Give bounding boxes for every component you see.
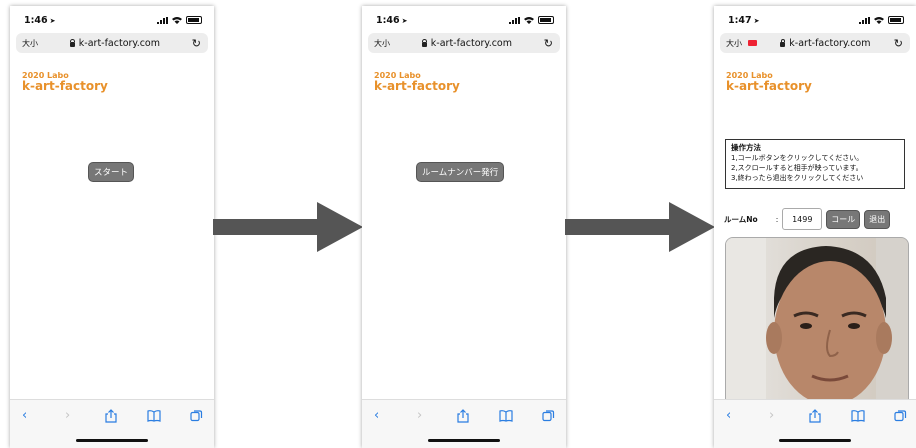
site-logo[interactable]: 2020 Labo k-art-factory bbox=[374, 72, 460, 93]
home-indicator bbox=[779, 439, 851, 442]
remote-video bbox=[725, 237, 909, 409]
instruction-step: 2,スクロールすると相手が映っています。 bbox=[731, 164, 863, 172]
arrow-right-icon bbox=[565, 202, 715, 252]
instructions-box: 操作方法 1,コールボタンをクリックしてください。 2,スクロールすると相手が映… bbox=[725, 139, 905, 189]
home-indicator bbox=[76, 439, 148, 442]
wifi-icon bbox=[874, 16, 884, 24]
text-size-button[interactable]: 大小 bbox=[22, 38, 38, 49]
instruction-step: 1,コールボタンをクリックしてください。 bbox=[731, 154, 864, 162]
status-time: 1:46 ➤ bbox=[24, 15, 56, 26]
text-size-button[interactable]: 大小 bbox=[726, 38, 742, 49]
wifi-icon bbox=[524, 16, 534, 24]
site-logo[interactable]: 2020 Labo k-art-factory bbox=[726, 72, 812, 93]
address-bar[interactable]: 大小 k-art-factory.com ↻ bbox=[720, 33, 910, 53]
address-bar[interactable]: 大小 k-art-factory.com ↻ bbox=[16, 33, 208, 53]
instruction-step: 3,終わったら退出をクリックしてください bbox=[731, 174, 864, 182]
exit-button[interactable]: 退出 bbox=[864, 209, 891, 229]
forward-icon[interactable]: › bbox=[769, 408, 774, 423]
forward-icon[interactable]: › bbox=[65, 408, 70, 423]
lock-icon bbox=[780, 38, 786, 47]
phone-screen-1: 1:46 ➤ 大小 k-art-factory.com ↻ 2020 Labo k… bbox=[10, 6, 214, 448]
status-icons bbox=[157, 16, 202, 24]
tabs-icon[interactable] bbox=[190, 409, 203, 422]
instructions-title: 操作方法 bbox=[731, 143, 761, 152]
room-number-label: ルームNo bbox=[724, 214, 758, 224]
back-icon[interactable]: ‹ bbox=[22, 408, 27, 423]
arrow-right-icon bbox=[213, 202, 363, 252]
logo-line2: k-art-factory bbox=[726, 79, 812, 93]
address-bar[interactable]: 大小 k-art-factory.com ↻ bbox=[368, 33, 560, 53]
start-button[interactable]: スタート bbox=[88, 162, 135, 182]
room-row: ルームNo : 1499 コール 退出 bbox=[724, 208, 891, 230]
signal-icon bbox=[157, 16, 168, 24]
reload-icon[interactable]: ↻ bbox=[192, 37, 201, 50]
status-bar: 1:46 ➤ bbox=[10, 6, 214, 34]
site-logo[interactable]: 2020 Labo k-art-factory bbox=[22, 72, 108, 93]
battery-icon bbox=[186, 16, 202, 24]
url-text[interactable]: k-art-factory.com bbox=[789, 38, 870, 49]
bookmarks-icon[interactable] bbox=[147, 410, 161, 422]
url-text[interactable]: k-art-factory.com bbox=[79, 38, 160, 49]
phone-screen-3: 1:47 ➤ 大小 k-art-factory.com ↻ 2020 Labo k… bbox=[714, 6, 916, 448]
tabs-icon[interactable] bbox=[542, 409, 555, 422]
camera-recording-icon[interactable] bbox=[748, 40, 757, 46]
lock-icon bbox=[69, 38, 75, 47]
status-bar: 1:46 ➤ bbox=[362, 6, 566, 34]
forward-icon[interactable]: › bbox=[417, 408, 422, 423]
signal-icon bbox=[509, 16, 520, 24]
text-size-button[interactable]: 大小 bbox=[374, 38, 390, 49]
logo-line2: k-art-factory bbox=[22, 79, 108, 93]
url-text[interactable]: k-art-factory.com bbox=[431, 38, 512, 49]
tabs-icon[interactable] bbox=[894, 409, 907, 422]
status-time: 1:46 ➤ bbox=[376, 15, 408, 26]
home-indicator bbox=[428, 439, 500, 442]
battery-icon bbox=[888, 16, 904, 24]
signal-icon bbox=[859, 16, 870, 24]
back-icon[interactable]: ‹ bbox=[726, 408, 731, 423]
call-button[interactable]: コール bbox=[826, 209, 861, 229]
share-icon[interactable] bbox=[105, 409, 117, 423]
battery-icon bbox=[538, 16, 554, 24]
bookmarks-icon[interactable] bbox=[851, 410, 865, 422]
room-number-field[interactable]: 1499 bbox=[782, 208, 823, 230]
status-bar: 1:47 ➤ bbox=[714, 6, 916, 34]
browser-toolbar: ‹ › bbox=[714, 399, 916, 448]
browser-toolbar: ‹ › bbox=[362, 399, 566, 448]
room-colon: : bbox=[775, 214, 779, 224]
reload-icon[interactable]: ↻ bbox=[894, 37, 903, 50]
bookmarks-icon[interactable] bbox=[499, 410, 513, 422]
share-icon[interactable] bbox=[457, 409, 469, 423]
reload-icon[interactable]: ↻ bbox=[544, 37, 553, 50]
back-icon[interactable]: ‹ bbox=[374, 408, 379, 423]
status-icons bbox=[859, 16, 904, 24]
person-face-image bbox=[726, 238, 908, 408]
lock-icon bbox=[421, 38, 427, 47]
status-time: 1:47 ➤ bbox=[728, 15, 760, 26]
logo-line2: k-art-factory bbox=[374, 79, 460, 93]
issue-room-number-button[interactable]: ルームナンバー発行 bbox=[416, 162, 505, 182]
wifi-icon bbox=[172, 16, 182, 24]
browser-toolbar: ‹ › bbox=[10, 399, 214, 448]
phone-screen-2: 1:46 ➤ 大小 k-art-factory.com ↻ 2020 Labo k… bbox=[362, 6, 566, 448]
share-icon[interactable] bbox=[809, 409, 821, 423]
status-icons bbox=[509, 16, 554, 24]
